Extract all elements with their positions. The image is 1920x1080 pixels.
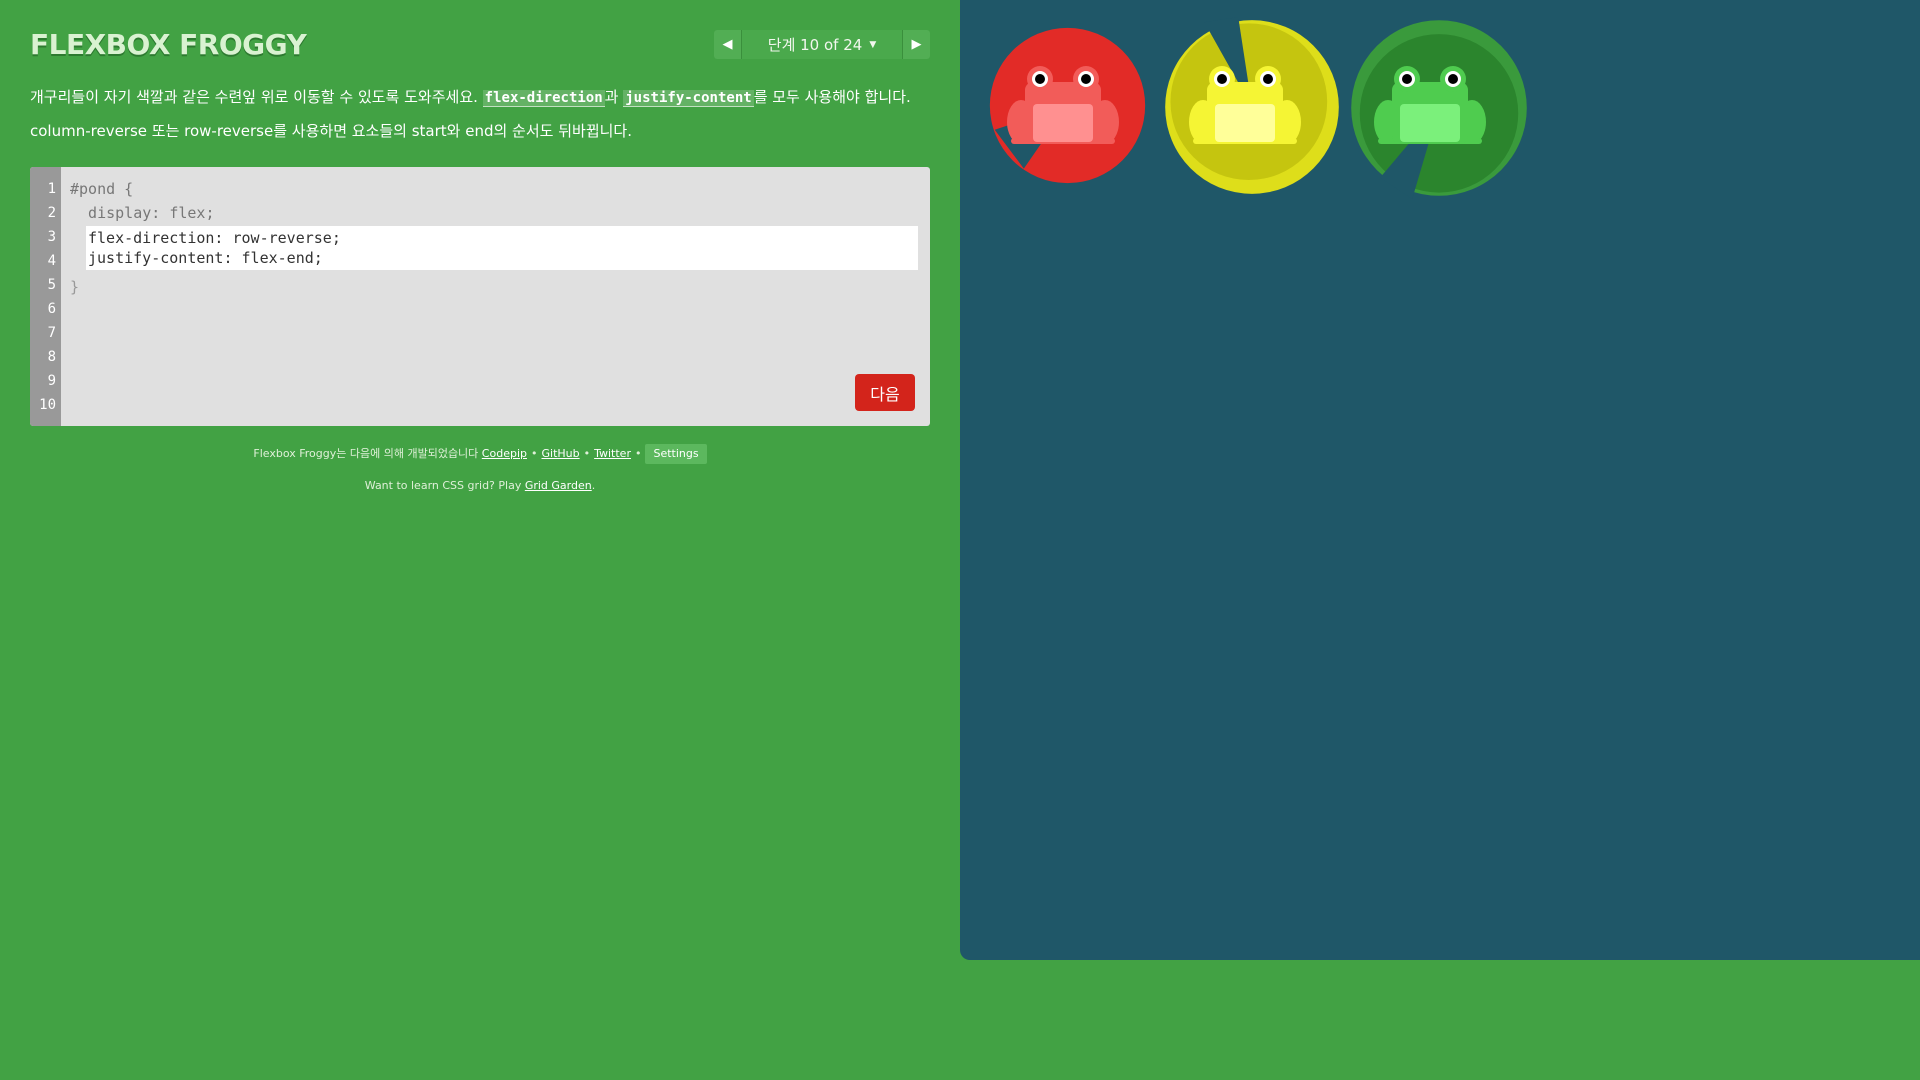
line-number-gutter: 1 2 3 4 5 6 7 8 9 10 — [30, 167, 61, 426]
css-code-input[interactable] — [86, 226, 918, 270]
line-number: 8 — [47, 349, 56, 365]
line-number: 1 — [47, 181, 56, 197]
instructions: 개구리들이 자기 색깔과 같은 수련잎 위로 이동할 수 있도록 도와주세요. … — [30, 88, 930, 141]
line-number: 3 — [47, 229, 56, 245]
caret-down-icon: ▼ — [869, 39, 877, 50]
code-line-display: display: flex; — [70, 204, 215, 222]
next-button[interactable]: 다음 — [855, 374, 915, 411]
grid-promo-text: Want to learn CSS grid? Play — [364, 479, 525, 492]
triangle-left-icon: ◀ — [722, 37, 733, 52]
level-indicator-dropdown[interactable]: 단계 10 of 24 ▼ — [742, 30, 902, 59]
instruction-text: 를 모두 사용해야 합니다. — [753, 88, 911, 106]
frog-red — [1007, 66, 1119, 144]
instruction-paragraph-1: 개구리들이 자기 색깔과 같은 수련잎 위로 이동할 수 있도록 도와주세요. … — [30, 88, 930, 108]
line-number: 9 — [47, 373, 56, 389]
settings-button[interactable]: Settings — [645, 444, 707, 464]
line-number: 10 — [39, 397, 56, 413]
level-navigator: ◀ 단계 10 of 24 ▼ ▶ — [714, 30, 930, 59]
keyword-flex-direction[interactable]: flex-direction — [482, 90, 605, 107]
next-level-arrow-button[interactable]: ▶ — [902, 30, 930, 59]
grid-garden-link[interactable]: Grid Garden — [525, 479, 592, 492]
keyword-justify-content[interactable]: justify-content — [623, 90, 754, 107]
frog-green — [1374, 66, 1486, 144]
bullet-separator: • — [530, 447, 538, 460]
level-indicator-text: 단계 10 of 24 — [767, 36, 863, 54]
credits: Flexbox Froggy는 다음에 의해 개발되었습니다 Codepip • G… — [30, 443, 930, 465]
code-line-closing-brace: } — [70, 278, 80, 296]
credit-text: Flexbox Froggy는 다음에 의해 개발되었습니다 — [253, 447, 482, 460]
github-link[interactable]: GitHub — [541, 447, 579, 460]
line-number: 4 — [47, 253, 56, 269]
bullet-separator: • — [634, 447, 642, 460]
grid-promo-suffix: . — [591, 479, 596, 492]
instruction-paragraph-2: column-reverse 또는 row-reverse를 사용하면 요소들의… — [30, 122, 632, 140]
codepip-link[interactable]: Codepip — [482, 447, 527, 460]
grid-garden-promo: Want to learn CSS grid? Play Grid Garden… — [30, 479, 930, 492]
instruction-text: 개구리들이 자기 색깔과 같은 수련잎 위로 이동할 수 있도록 도와주세요. — [30, 88, 483, 106]
code-area: #pond { display: flex; } — [70, 177, 920, 299]
code-line-selector: #pond { — [70, 180, 134, 198]
frog-yellow — [1189, 66, 1301, 144]
prev-level-button[interactable]: ◀ — [714, 30, 742, 59]
css-editor: 1 2 3 4 5 6 7 8 9 10 #pond { display: flex; } 다음 — [30, 167, 930, 426]
triangle-right-icon: ▶ — [911, 37, 922, 52]
line-number: 2 — [47, 205, 56, 221]
line-number: 6 — [47, 301, 56, 317]
app-logo: FLEXBOX FROGGY — [30, 28, 307, 61]
twitter-link[interactable]: Twitter — [594, 447, 631, 460]
line-number: 7 — [47, 325, 56, 341]
flexbox-froggy-page: FLEXBOX FROGGY ◀ 단계 10 of 24 ▼ ▶ 개구리들이 자… — [0, 0, 1920, 1080]
bullet-separator: • — [583, 447, 591, 460]
instruction-text: 과 — [604, 88, 624, 106]
sidebar: FLEXBOX FROGGY ◀ 단계 10 of 24 ▼ ▶ 개구리들이 자… — [30, 0, 930, 492]
line-number: 5 — [47, 277, 56, 293]
header: FLEXBOX FROGGY ◀ 단계 10 of 24 ▼ ▶ — [30, 0, 930, 88]
pond — [960, 0, 1920, 960]
